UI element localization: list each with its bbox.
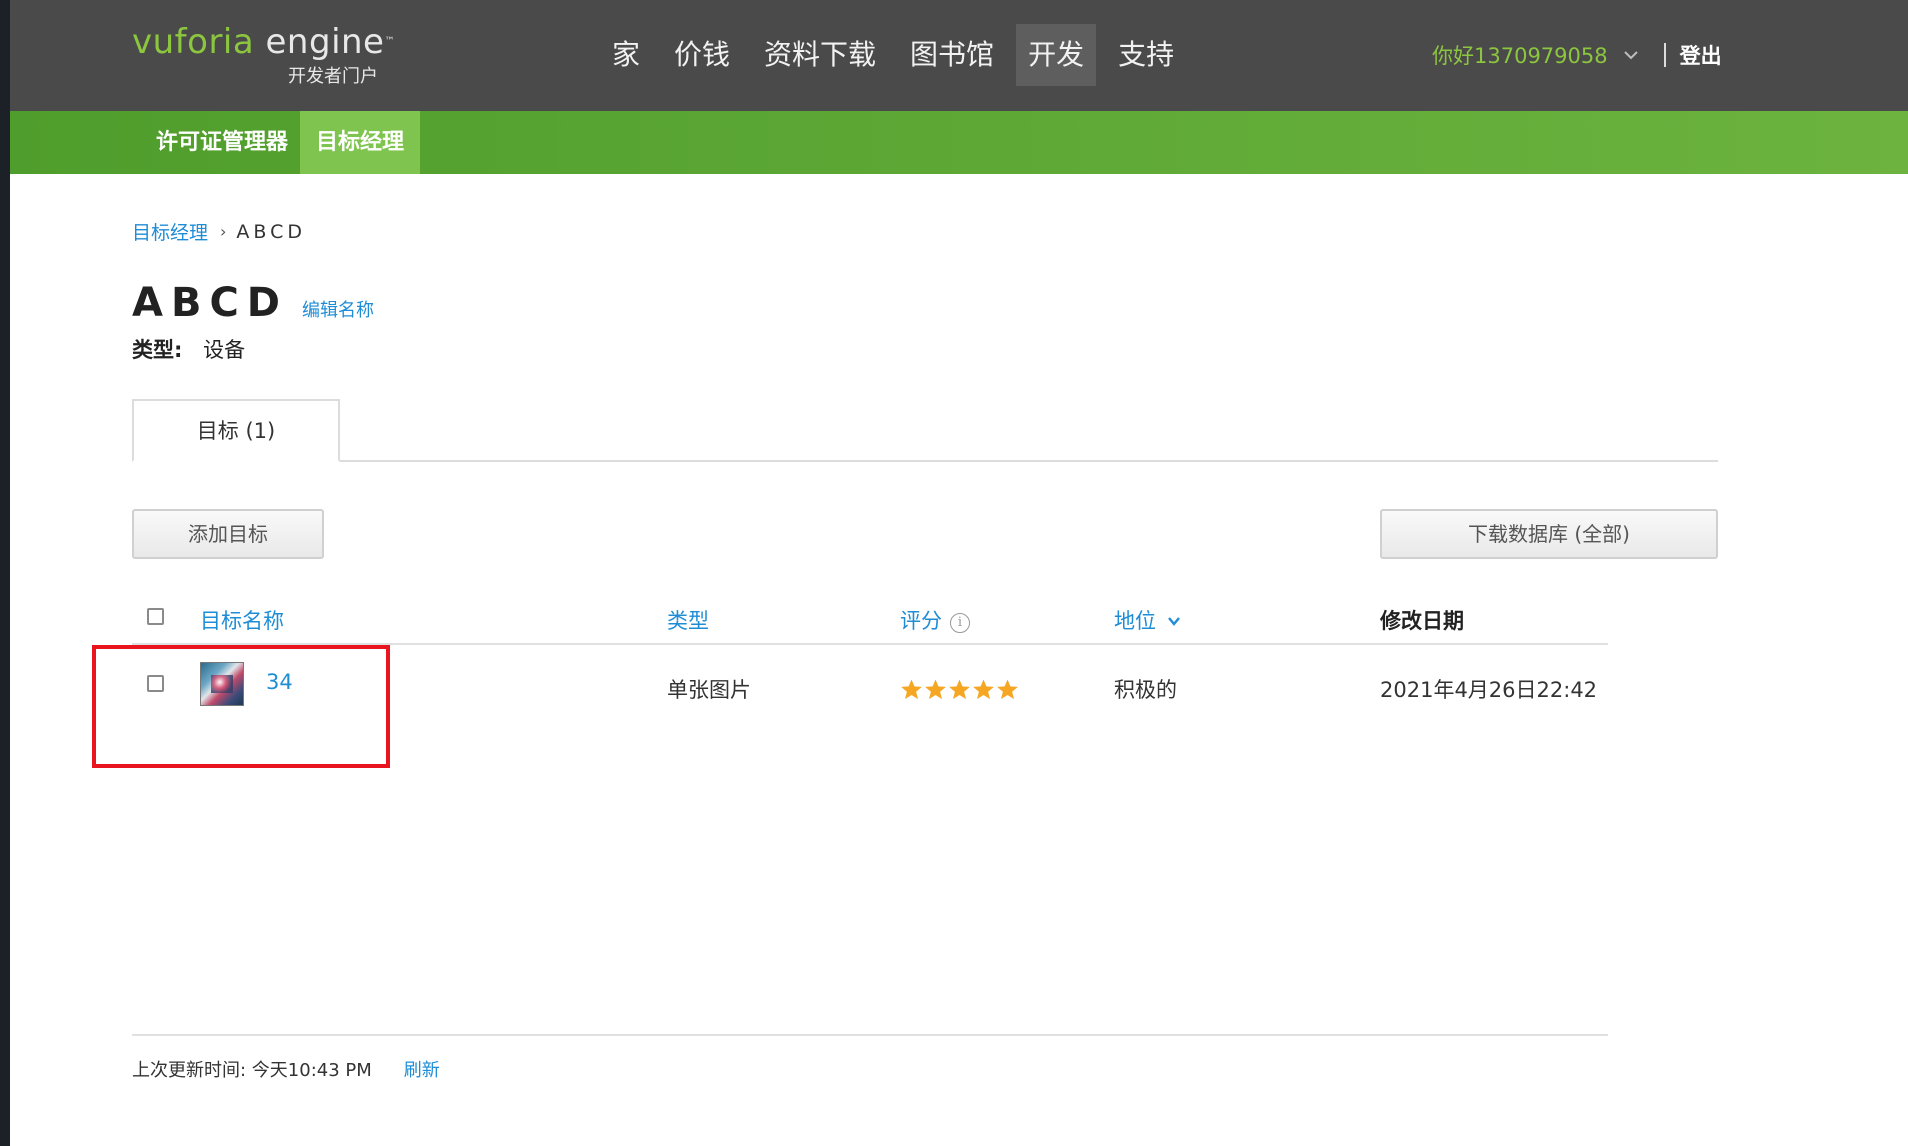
target-status: 积极的 bbox=[1114, 678, 1177, 702]
main-nav: 家 价钱 资料下载 图书馆 开发 支持 bbox=[600, 24, 1196, 86]
sub-navbar: 许可证管理器 目标经理 bbox=[10, 111, 1908, 174]
title-row: ABCD 编辑名称 bbox=[132, 280, 374, 326]
star-icon bbox=[925, 679, 946, 700]
breadcrumb-current: ABCD bbox=[236, 220, 307, 243]
breadcrumb: 目标经理 › ABCD bbox=[132, 218, 306, 245]
edit-name-link[interactable]: 编辑名称 bbox=[302, 296, 374, 322]
page-title: ABCD bbox=[132, 280, 289, 326]
database-type: 类型: 设备 bbox=[132, 334, 245, 364]
breadcrumb-target-manager[interactable]: 目标经理 bbox=[132, 218, 208, 245]
breadcrumb-separator: › bbox=[220, 222, 227, 241]
nav-support[interactable]: 支持 bbox=[1106, 24, 1186, 86]
subnav-license-manager[interactable]: 许可证管理器 bbox=[140, 111, 304, 174]
logo-subtitle: 开发者门户 bbox=[288, 66, 378, 87]
header-status[interactable]: 地位 bbox=[1114, 605, 1181, 635]
logo-wordmark: vuforia engine™ bbox=[132, 22, 395, 62]
star-icon bbox=[901, 679, 922, 700]
subnav-target-manager[interactable]: 目标经理 bbox=[300, 111, 421, 174]
header-modified-date: 修改日期 bbox=[1380, 609, 1464, 633]
info-icon[interactable]: i bbox=[950, 613, 970, 633]
table-header: 目标名称 类型 评分 i 地位 修改日期 bbox=[132, 595, 1608, 645]
star-icon bbox=[973, 679, 994, 700]
nav-downloads[interactable]: 资料下载 bbox=[752, 24, 888, 86]
tab-bar: 目标 (1) bbox=[132, 399, 1718, 462]
logo-engine: engine bbox=[265, 22, 385, 62]
type-value: 设备 bbox=[203, 338, 246, 362]
refresh-link[interactable]: 刷新 bbox=[404, 1056, 440, 1082]
header-rating-label: 评分 bbox=[900, 609, 942, 633]
page: vuforia engine™ 开发者门户 家 价钱 资料下载 图书馆 开发 支… bbox=[10, 0, 1908, 1146]
user-menu: 你好1370979058 登出 bbox=[1432, 40, 1722, 70]
footer: 上次更新时间: 今天10:43 PM 刷新 bbox=[132, 1056, 440, 1082]
select-all-checkbox[interactable] bbox=[147, 608, 164, 625]
download-database-button[interactable]: 下载数据库 (全部) bbox=[1380, 509, 1718, 559]
type-label: 类型: bbox=[132, 338, 183, 362]
rating-stars bbox=[900, 678, 1020, 701]
header-status-label: 地位 bbox=[1114, 609, 1156, 633]
nav-pricing[interactable]: 价钱 bbox=[662, 24, 742, 86]
vuforia-logo[interactable]: vuforia engine™ 开发者门户 bbox=[132, 22, 395, 87]
logo-tm: ™ bbox=[384, 36, 395, 47]
header-rating[interactable]: 评分 i bbox=[900, 605, 970, 635]
target-type: 单张图片 bbox=[667, 678, 751, 702]
logout-link[interactable]: 登出 bbox=[1680, 40, 1722, 70]
user-greeting[interactable]: 你好1370979058 bbox=[1432, 40, 1608, 70]
footer-divider bbox=[132, 1034, 1608, 1036]
sort-chevron-down-icon[interactable] bbox=[1167, 614, 1181, 628]
highlight-box bbox=[92, 645, 390, 768]
top-navbar: vuforia engine™ 开发者门户 家 价钱 资料下载 图书馆 开发 支… bbox=[10, 0, 1908, 111]
header-target-name[interactable]: 目标名称 bbox=[200, 605, 284, 635]
tab-targets[interactable]: 目标 (1) bbox=[132, 399, 340, 462]
nav-home[interactable]: 家 bbox=[600, 24, 652, 86]
chevron-down-icon[interactable] bbox=[1620, 44, 1642, 66]
target-modified-date: 2021年4月26日22:42 bbox=[1380, 678, 1598, 702]
nav-divider bbox=[1663, 43, 1666, 67]
add-target-button[interactable]: 添加目标 bbox=[132, 509, 324, 559]
nav-develop[interactable]: 开发 bbox=[1016, 24, 1097, 86]
last-updated-text: 上次更新时间: 今天10:43 PM bbox=[132, 1060, 372, 1081]
nav-library[interactable]: 图书馆 bbox=[898, 24, 1006, 86]
star-icon bbox=[997, 679, 1018, 700]
logo-brand: vuforia bbox=[132, 22, 255, 62]
star-icon bbox=[949, 679, 970, 700]
header-type[interactable]: 类型 bbox=[667, 605, 709, 635]
